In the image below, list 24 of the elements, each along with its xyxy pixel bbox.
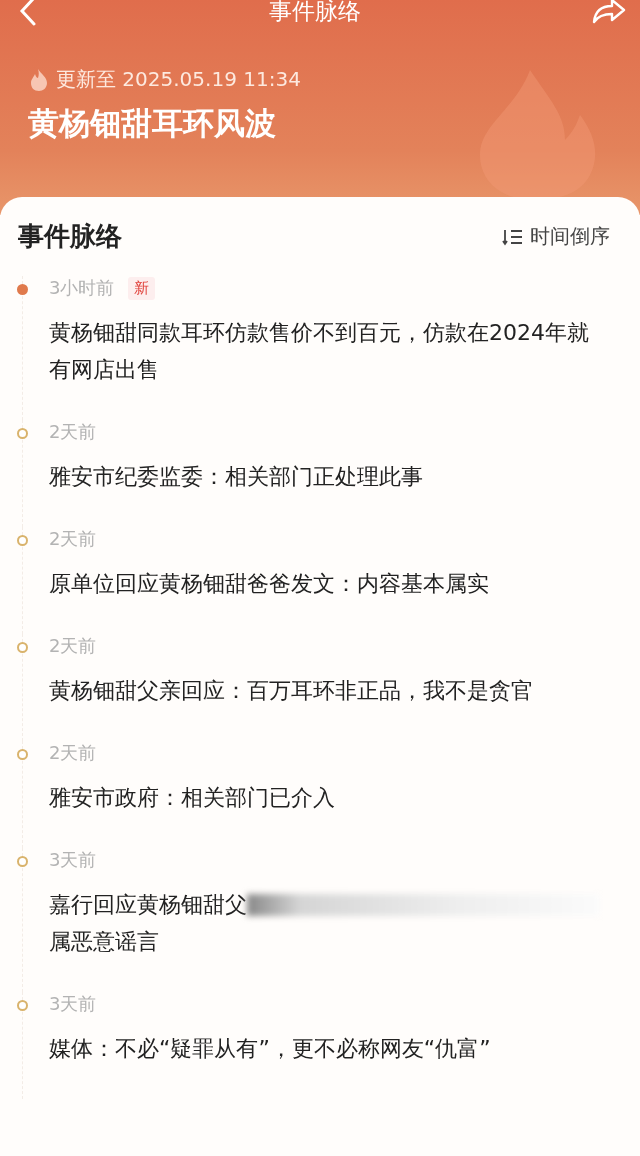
event-headline[interactable]: 属恶意谣言: [49, 923, 159, 960]
new-badge: 新: [128, 276, 156, 300]
event-time: 3小时前: [49, 276, 115, 300]
share-icon[interactable]: [592, 0, 626, 24]
event-time: 2天前: [49, 634, 97, 658]
event-headline[interactable]: 雅安市纪委监委：相关部门正处理此事: [49, 458, 610, 495]
event-headline[interactable]: 媒体：不必“疑罪从有”，更不必称网友“仇富”: [49, 1030, 610, 1067]
event-headline[interactable]: 雅安市政府：相关部门已介入: [49, 779, 610, 816]
event-time: 3天前: [49, 848, 97, 872]
event-time: 2天前: [49, 420, 97, 444]
section-title: 事件脉络: [18, 220, 122, 253]
back-icon[interactable]: [18, 0, 38, 26]
event-headline[interactable]: 黄杨钿甜父亲回应：百万耳环非正品，我不是贪官: [49, 672, 610, 709]
event-headline[interactable]: 原单位回应黄杨钿甜爸爸发文：内容基本属实: [49, 565, 610, 602]
event-headline[interactable]: 黄杨钿甜同款耳环仿款售价不到百元，仿款在2024年就有网店出售: [49, 314, 610, 388]
sort-icon: [502, 227, 524, 246]
flame-icon: [30, 68, 48, 91]
event-time: 2天前: [49, 527, 97, 551]
sort-button[interactable]: 时间倒序: [502, 223, 610, 250]
event-time: 3天前: [49, 992, 97, 1016]
event-headline[interactable]: 嘉行回应黄杨钿甜父: [49, 886, 247, 923]
update-time: 更新至 2025.05.19 11:34: [56, 66, 301, 93]
event-time: 2天前: [49, 741, 97, 765]
event-title: 黄杨钿甜耳环风波: [28, 104, 276, 143]
